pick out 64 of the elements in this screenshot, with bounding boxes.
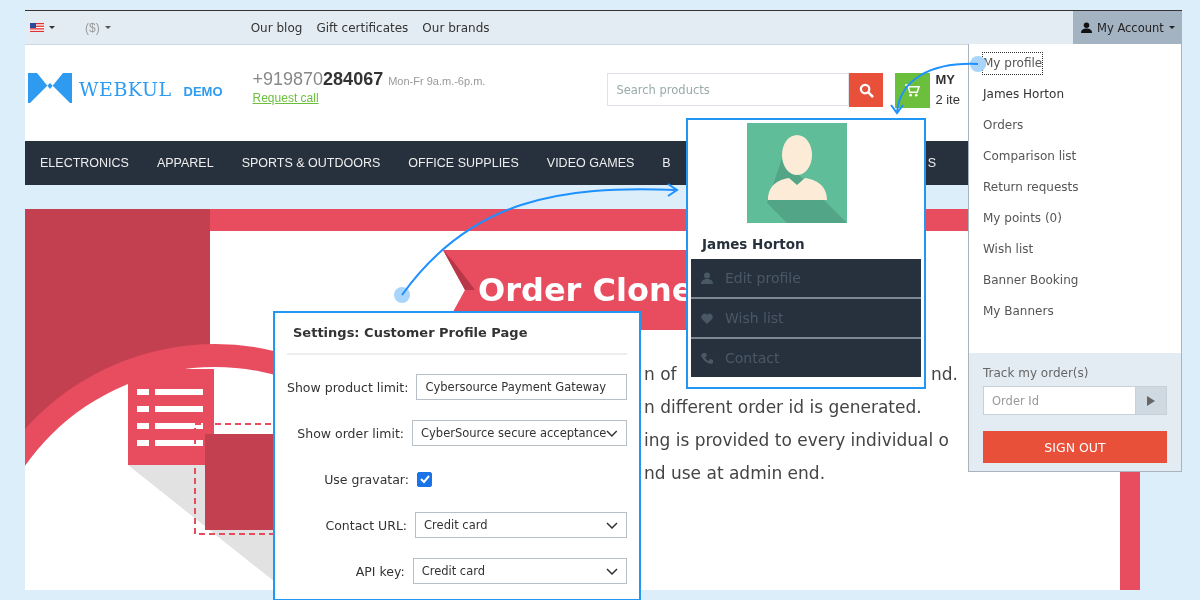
user-icon [1081, 22, 1092, 33]
field-label: Contact URL: [324, 517, 408, 533]
order-id-field[interactable]: Order Id [983, 386, 1136, 415]
search-icon [858, 82, 874, 98]
caret-icon[interactable] [104, 26, 111, 29]
banner-text: n different order id is generated. [644, 397, 922, 417]
dropdown-field[interactable]: Credit card [415, 512, 627, 538]
top-link[interactable]: Gift certificates [316, 20, 409, 35]
account-button[interactable]: My Account [1073, 11, 1182, 44]
category-link[interactable]: B [662, 156, 671, 170]
top-link[interactable]: Our blog [250, 20, 303, 35]
banner-text: nd. [931, 364, 958, 384]
cart-button[interactable] [895, 73, 931, 108]
cart-count: 2 ite [935, 92, 960, 107]
cart-icon [905, 84, 921, 97]
account-menu-item[interactable]: Wish list [983, 239, 1034, 260]
caret-icon[interactable] [49, 26, 55, 29]
account-menu-item[interactable]: James Horton [983, 84, 1064, 105]
track-label: Track my order(s) [983, 366, 1090, 380]
logo-icon[interactable] [28, 73, 72, 103]
panel-title: Settings: Customer Profile Page [287, 323, 627, 355]
banner-text: nd use at admin end. [644, 463, 826, 483]
text-field[interactable]: Cybersource Payment Gateway [416, 374, 627, 400]
user-icon [701, 272, 713, 284]
cart-title: MY [935, 72, 956, 87]
phone-icon [701, 352, 713, 364]
account-menu-item[interactable]: Return requests [983, 177, 1079, 198]
account-menu-item[interactable]: Banner Booking [983, 270, 1079, 291]
category-link[interactable]: ELECTRONICS [40, 156, 129, 170]
search-field[interactable]: Search products [607, 73, 850, 106]
account-menu-item[interactable]: My points (0) [983, 208, 1062, 229]
field-label: Show product limit: [287, 379, 409, 395]
dropdown-field[interactable]: CyberSource secure acceptance [412, 420, 627, 446]
profile-name: James Horton [700, 235, 806, 254]
logo-tag: DEMO [183, 84, 223, 99]
heart-icon [701, 312, 713, 324]
account-menu-item[interactable]: Orders [983, 115, 1024, 136]
category-link[interactable]: SPORTS & OUTDOORS [241, 156, 381, 170]
banner-text: n of [644, 364, 677, 384]
banner-text: ing is provided to every individual o [644, 430, 949, 450]
play-icon [1147, 395, 1155, 406]
chevron-down-icon [606, 521, 618, 529]
search-button[interactable] [849, 73, 884, 107]
avatar-icon [746, 123, 847, 223]
phone-number: +919870284067 Mon-Fr 9a.m.-6p.m. [252, 69, 486, 90]
category-link[interactable]: OFFICE SUPPLIES [408, 156, 519, 170]
sign-out-button[interactable]: SIGN OUT [983, 431, 1167, 463]
checkbox[interactable] [417, 471, 432, 487]
caret-icon [1168, 26, 1175, 29]
category-link[interactable]: VIDEO GAMES [546, 156, 635, 170]
account-menu-item[interactable]: My Banners [983, 301, 1054, 322]
chevron-down-icon [606, 429, 618, 437]
category-link[interactable]: S [927, 156, 936, 170]
chevron-down-icon [606, 567, 618, 575]
field-label: Use gravatar: [323, 471, 409, 487]
field-label: Show order limit: [296, 425, 404, 441]
submit-button[interactable] [1136, 386, 1167, 415]
top-link[interactable]: Our brands [422, 20, 490, 35]
check-icon [418, 473, 431, 485]
dropdown-field[interactable]: Credit card [412, 558, 627, 584]
account-menu-item[interactable]: Comparison list [983, 146, 1077, 167]
category-link[interactable]: APPAREL [156, 156, 214, 170]
field-label: API key: [354, 563, 405, 579]
flag-icon[interactable] [30, 23, 44, 32]
